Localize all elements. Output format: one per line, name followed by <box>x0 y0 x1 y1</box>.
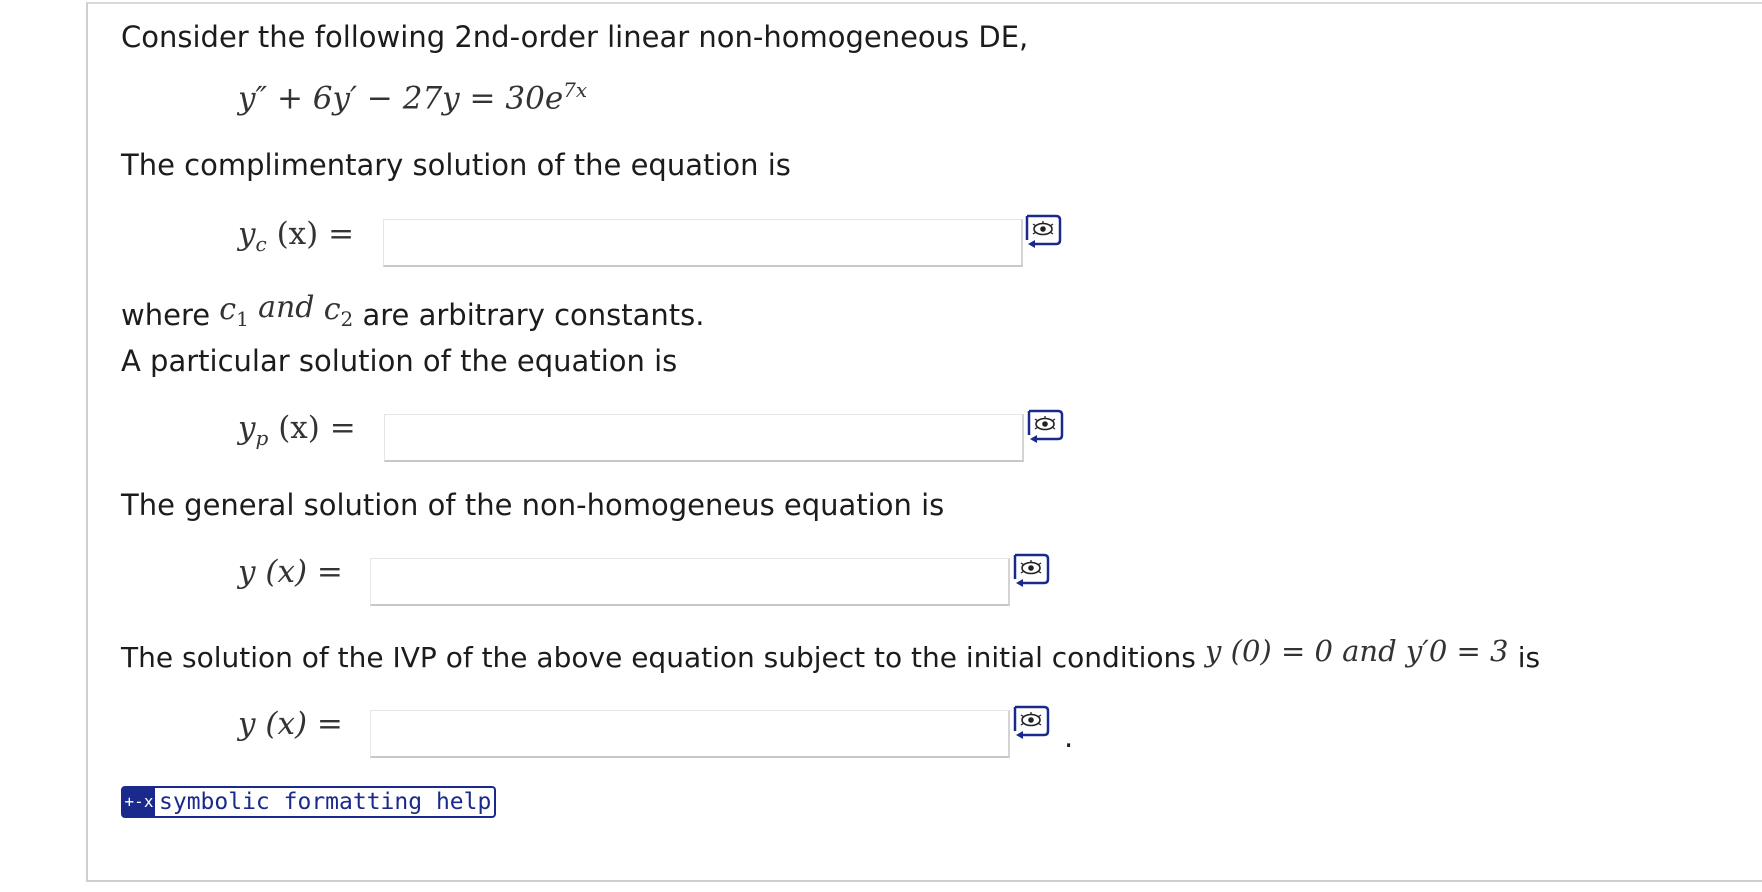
and-word: and <box>258 290 315 325</box>
help-label: symbolic formatting help <box>159 789 492 815</box>
yp-label-main: y <box>238 410 256 446</box>
ivp-line: The solution of the IVP of the above equ… <box>121 634 1541 675</box>
ivp-prompt: The solution of the IVP of the above equ… <box>121 641 1196 674</box>
ivp-suffix: is <box>1517 641 1541 674</box>
ivp-label: y (x) = <box>238 706 343 742</box>
yp-answer-box <box>384 414 1024 462</box>
where-line: where c1 and c2 are arbitrary constants. <box>121 291 705 342</box>
yc-input[interactable] <box>384 220 1021 265</box>
preview-eye-icon[interactable] <box>1026 408 1064 444</box>
general-answer-box <box>370 558 1010 606</box>
ivp-input[interactable] <box>371 711 1008 756</box>
c2-symbol: c2 <box>323 292 354 332</box>
preview-eye-icon[interactable] <box>1012 552 1050 588</box>
c1-symbol: c1 <box>219 292 249 332</box>
preview-eye-icon[interactable] <box>1024 213 1062 249</box>
intro-text: Consider the following 2nd-order linear … <box>121 20 1029 54</box>
preview-eye-icon[interactable] <box>1012 704 1050 740</box>
general-label: y (x) = <box>238 554 343 590</box>
yc-label: yc (x) = <box>238 216 354 256</box>
yp-label: yp (x) = <box>238 410 356 450</box>
yp-label-arg: (x) = <box>278 410 356 446</box>
particular-prompt: A particular solution of the equation is <box>121 344 678 378</box>
differential-equation: y″ + 6y′ − 27y = 30e7x <box>238 78 587 116</box>
equation-exponent: 7x <box>563 78 588 102</box>
c2-sub: 2 <box>340 307 354 331</box>
c1-sub: 1 <box>236 307 249 331</box>
yc-label-main: y <box>238 216 256 252</box>
ivp-answer-box <box>370 710 1010 758</box>
ivp-period: . <box>1064 720 1074 754</box>
ivp-conditions: y (0) = 0 and y′0 = 3 <box>1205 634 1509 668</box>
general-input[interactable] <box>371 559 1008 604</box>
c1-letter: c <box>219 292 237 327</box>
plus-minus-times-icon: +-x <box>123 788 155 816</box>
comp-prompt: The complimentary solution of the equati… <box>121 148 791 182</box>
yc-label-sub: c <box>255 232 267 257</box>
general-prompt: The general solution of the non-homogene… <box>121 488 945 522</box>
equation-lhs: y″ + 6y′ − 27y = 30e <box>238 80 564 117</box>
yc-label-arg: (x) = <box>276 216 355 252</box>
symbolic-formatting-help-button[interactable]: +-x symbolic formatting help <box>121 786 497 818</box>
yc-answer-box <box>383 219 1023 267</box>
c2-letter: c <box>323 292 341 327</box>
where-prefix: where <box>121 298 211 332</box>
where-suffix: are arbitrary constants. <box>362 298 705 332</box>
yp-input[interactable] <box>385 415 1022 460</box>
yp-label-sub: p <box>255 426 269 451</box>
